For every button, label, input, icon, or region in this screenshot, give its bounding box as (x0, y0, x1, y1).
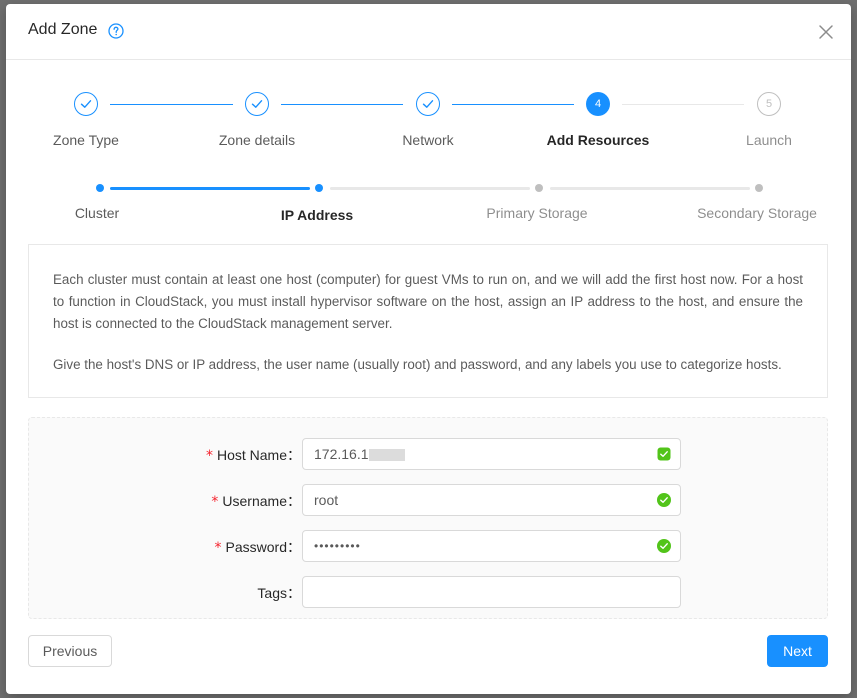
modal-title: Add Zone (28, 21, 98, 38)
substep-dot (535, 184, 543, 192)
step-connector (452, 104, 574, 105)
step-launch-label: Launch (746, 132, 792, 148)
username-label: * Username： (211, 493, 301, 510)
step-zone-details-check-icon (245, 92, 269, 116)
close-icon[interactable] (815, 21, 837, 43)
step-zone-details-label: Zone details (218, 132, 296, 148)
substep-secondary-storage-label: Secondary Storage (697, 205, 817, 221)
check-circle-icon (657, 493, 671, 507)
resource-substeps: Cluster IP Address Primary Storage Secon… (6, 180, 851, 230)
check-circle-icon (657, 447, 671, 461)
check-circle-icon (657, 539, 671, 553)
host-name-row: * Host Name： 172.16.1 (29, 438, 829, 470)
next-button[interactable]: Next (767, 635, 828, 667)
tags-label: Tags： (257, 585, 301, 601)
step-connector (281, 104, 403, 105)
substep-primary-storage-label: Primary Storage (486, 205, 588, 221)
substep-cluster-label: Cluster (74, 205, 120, 221)
host-name-label: * Host Name： (205, 447, 301, 464)
substep-connector (550, 187, 750, 190)
step-connector (622, 104, 744, 105)
host-form: * Host Name： 172.16.1 * Username： root * Pa… (28, 417, 828, 619)
substep-dot (96, 184, 104, 192)
description-box: Each cluster must contain at least one h… (28, 244, 828, 398)
substep-dot (315, 184, 323, 192)
substep-connector (330, 187, 530, 190)
password-label: * Password： (214, 539, 301, 556)
step-network-label: Network (402, 132, 454, 148)
previous-button[interactable]: Previous (28, 635, 112, 667)
redaction-mask (368, 449, 405, 462)
step-network-check-icon (416, 92, 440, 116)
step-zone-type-label: Zone Type (53, 132, 119, 148)
step-launch-number: 5 (757, 92, 781, 116)
username-row: * Username： root (29, 484, 829, 516)
substep-connector (110, 187, 310, 190)
description-paragraph: Each cluster must contain at least one h… (53, 272, 803, 331)
modal-header: Add Zone (6, 4, 851, 60)
substep-dot (755, 184, 763, 192)
zone-steps: Zone Type Zone details Network 4 Add Res… (6, 92, 851, 152)
question-circle-icon[interactable] (108, 23, 124, 39)
step-connector (110, 104, 233, 105)
step-add-resources-number: 4 (586, 92, 610, 116)
substep-ip-address-label: IP Address (280, 207, 354, 223)
tags-row: Tags： (29, 576, 829, 608)
username-input[interactable]: root (302, 484, 681, 516)
description-paragraph: Give the host's DNS or IP address, the u… (53, 357, 782, 372)
host-name-input[interactable]: 172.16.1 (302, 438, 681, 470)
step-add-resources-label: Add Resources (546, 132, 650, 148)
step-zone-type-check-icon (74, 92, 98, 116)
tags-input[interactable] (302, 576, 681, 608)
password-input[interactable]: ••••••••• (302, 530, 681, 562)
password-row: * Password： ••••••••• (29, 530, 829, 562)
add-zone-modal: Add Zone Zone Type Zone details Network (6, 4, 851, 694)
